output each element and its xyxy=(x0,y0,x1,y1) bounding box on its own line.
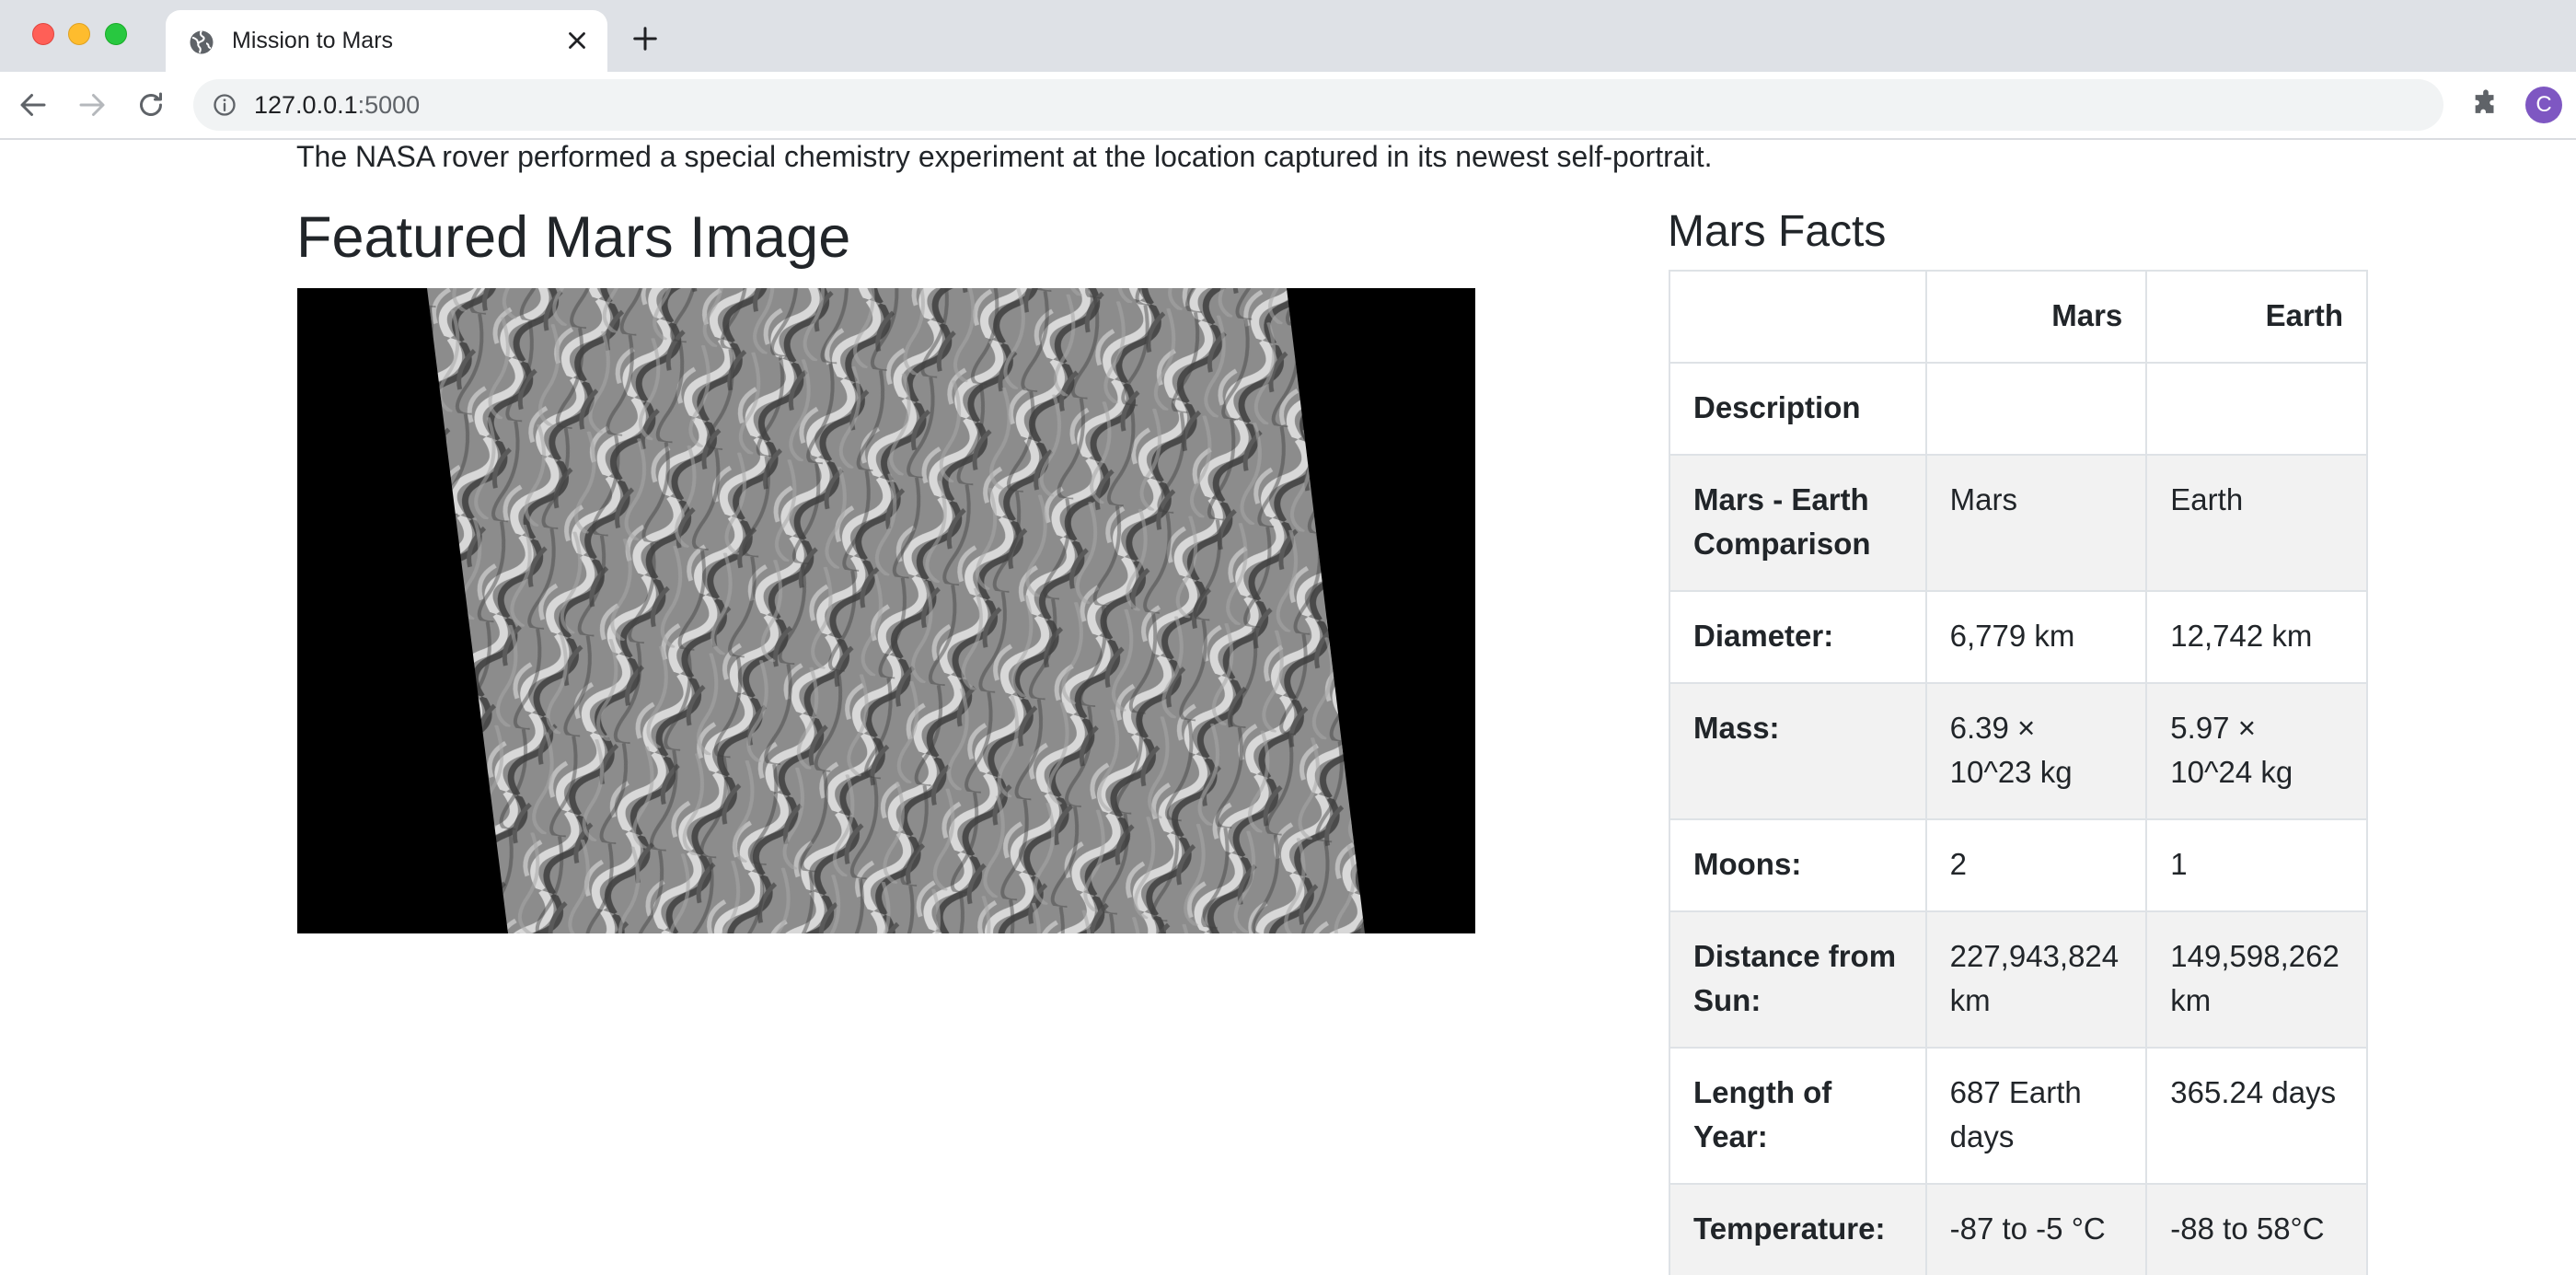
mars-value: 2 xyxy=(1924,818,2148,912)
forward-arrow-icon[interactable] xyxy=(75,88,109,122)
featured-mars-image xyxy=(297,288,1475,933)
earth-value: -88 to 58°C xyxy=(2145,1183,2368,1275)
mars-value: 227,943,824 km xyxy=(1924,910,2148,1049)
mars-facts-heading: Mars Facts xyxy=(1668,207,1887,256)
row-label: Temperature: xyxy=(1669,1183,1927,1275)
mars-value: -87 to -5 °C xyxy=(1924,1183,2148,1275)
earth-value: 5.97 × 10^24 kg xyxy=(2145,682,2368,820)
mars-value: 6,779 km xyxy=(1924,590,2148,684)
column-header-blank xyxy=(1669,270,1927,364)
table-row: Diameter: 6,779 km 12,742 km xyxy=(1669,590,2368,684)
column-header-earth: Earth xyxy=(2145,270,2368,364)
earth-value xyxy=(2145,362,2368,456)
table-row: Mars - Earth Comparison Mars Earth xyxy=(1669,454,2368,592)
table-header-row: Mars Earth xyxy=(1669,270,2368,364)
url-text[interactable]: 127.0.0.1:5000 xyxy=(254,91,420,120)
mars-value: 6.39 × 10^23 kg xyxy=(1924,682,2148,820)
plus-icon[interactable] xyxy=(631,25,659,52)
table-row: Mass: 6.39 × 10^23 kg 5.97 × 10^24 kg xyxy=(1669,682,2368,820)
reload-icon[interactable] xyxy=(134,88,167,122)
table-row: Length of Year: 687 Earth days 365.24 da… xyxy=(1669,1047,2368,1185)
mars-facts-table: Mars Earth Description Mars - Earth Comp… xyxy=(1669,270,2368,1275)
row-label: Length of Year: xyxy=(1669,1047,1927,1185)
close-icon[interactable] xyxy=(563,27,591,54)
mars-dunes-image xyxy=(297,288,1475,933)
back-arrow-icon[interactable] xyxy=(17,88,50,122)
earth-value: 12,742 km xyxy=(2145,590,2368,684)
earth-value: 365.24 days xyxy=(2145,1047,2368,1185)
profile-avatar[interactable]: C xyxy=(2525,87,2562,123)
info-icon[interactable] xyxy=(212,92,237,118)
window-close-button[interactable] xyxy=(32,23,54,45)
browser-toolbar: 127.0.0.1:5000 C xyxy=(0,72,2576,140)
featured-image-heading: Featured Mars Image xyxy=(296,205,851,270)
extensions-puzzle-icon[interactable] xyxy=(2470,88,2501,120)
mars-value: Mars xyxy=(1924,454,2148,592)
window-minimize-button[interactable] xyxy=(68,23,90,45)
tab-title: Mission to Mars xyxy=(232,28,394,53)
row-label: Mars - Earth Comparison xyxy=(1669,454,1927,592)
mars-value: 687 Earth days xyxy=(1924,1047,2148,1185)
page-content: The NASA rover performed a special chemi… xyxy=(0,140,2576,1275)
mars-value xyxy=(1924,362,2148,456)
row-label: Diameter: xyxy=(1669,590,1927,684)
table-row: Distance from Sun: 227,943,824 km 149,59… xyxy=(1669,910,2368,1049)
url-port: :5000 xyxy=(357,91,421,119)
column-header-mars: Mars xyxy=(1924,270,2148,364)
address-bar[interactable]: 127.0.0.1:5000 xyxy=(193,79,2443,131)
table-row: Temperature: -87 to -5 °C -88 to 58°C xyxy=(1669,1183,2368,1275)
globe-icon xyxy=(190,29,214,54)
row-label: Mass: xyxy=(1669,682,1927,820)
row-label: Distance from Sun: xyxy=(1669,910,1927,1049)
earth-value: 1 xyxy=(2145,818,2368,912)
earth-value: Earth xyxy=(2145,454,2368,592)
table-row: Description xyxy=(1669,362,2368,456)
browser-tab[interactable]: Mission to Mars xyxy=(166,10,607,72)
earth-value: 149,598,262 km xyxy=(2145,910,2368,1049)
window-maximize-button[interactable] xyxy=(105,23,127,45)
table-row: Moons: 2 1 xyxy=(1669,818,2368,912)
tab-bar: Mission to Mars xyxy=(0,0,2576,72)
url-host: 127.0.0.1 xyxy=(254,91,358,119)
row-label: Moons: xyxy=(1669,818,1927,912)
row-label: Description xyxy=(1669,362,1927,456)
news-paragraph: The NASA rover performed a special chemi… xyxy=(296,140,1713,173)
